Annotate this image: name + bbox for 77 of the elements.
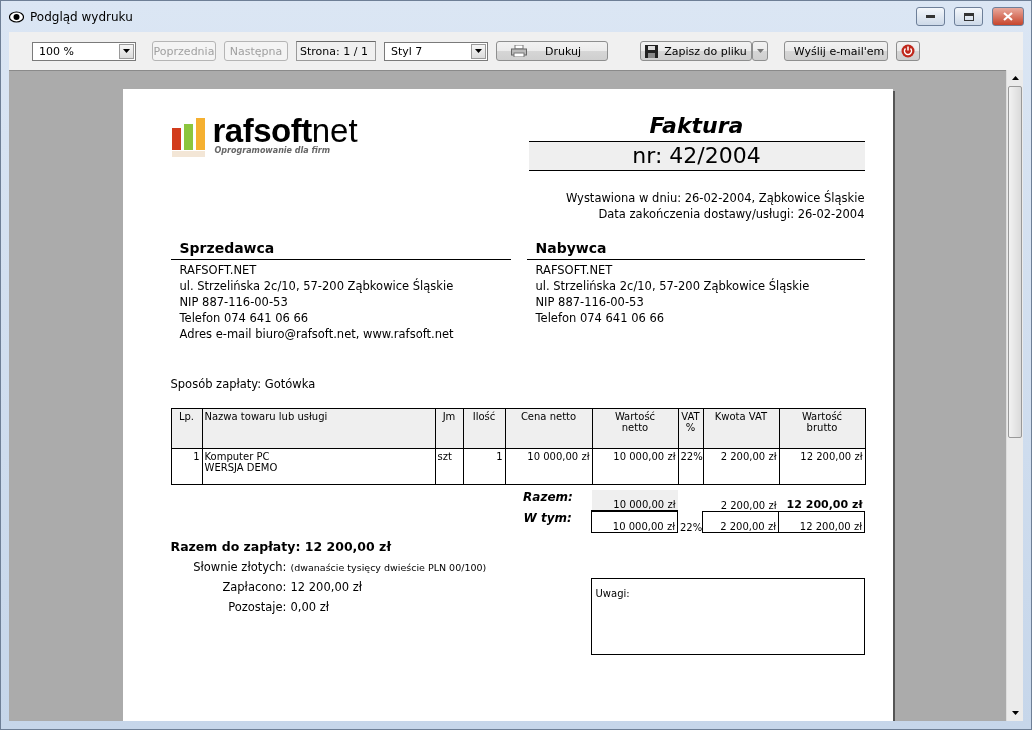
caret-icon bbox=[756, 49, 764, 53]
maximize-icon bbox=[963, 12, 974, 21]
summary-value: 12 200,00 zł bbox=[290, 580, 363, 594]
summary-value: (dwanaście tysięcy dwieście PLN 00/100) bbox=[290, 562, 487, 573]
table-cell: Komputer PC WERSJA DEMO bbox=[202, 448, 435, 485]
column-header: Wartość brutto bbox=[779, 408, 865, 449]
minimize-button[interactable] bbox=[916, 7, 945, 26]
breakdown-label: W tym: bbox=[504, 511, 592, 533]
scrollbar[interactable] bbox=[1006, 70, 1023, 721]
summary-label: Pozostaje: bbox=[227, 600, 288, 614]
eye-icon bbox=[9, 10, 24, 23]
breakdown-cell: 12 200,00 zł bbox=[778, 511, 865, 533]
breakdown-cell: 2 200,00 zł bbox=[702, 511, 779, 533]
table-cell: 1 bbox=[171, 448, 202, 485]
column-header: Kwota VAT bbox=[703, 408, 779, 449]
table-cell: 2 200,00 zł bbox=[703, 448, 779, 485]
print-button[interactable]: Drukuj bbox=[496, 41, 608, 61]
column-header: Lp. bbox=[171, 408, 202, 449]
total-cell: 10 000,00 zł bbox=[591, 490, 678, 511]
close-button[interactable] bbox=[992, 7, 1024, 26]
column-header: VAT % bbox=[678, 408, 703, 449]
column-header: Cena netto bbox=[505, 408, 592, 449]
save-options-button[interactable] bbox=[752, 41, 768, 61]
notes-label: Uwagi: bbox=[595, 588, 630, 599]
summary-value: 0,00 zł bbox=[290, 600, 331, 614]
party-detail: Telefon 074 641 06 66 bbox=[534, 310, 666, 326]
payment-method: Sposób zapłaty: Gotówka bbox=[170, 377, 317, 391]
table-cell: szt bbox=[435, 448, 463, 485]
column-header: Jm bbox=[435, 408, 463, 449]
party-heading: Sprzedawca bbox=[170, 238, 511, 260]
breakdown-cell: 10 000,00 zł bbox=[591, 511, 678, 533]
power-icon bbox=[901, 44, 915, 58]
plugin-button[interactable] bbox=[896, 41, 920, 61]
total-label: Razem: bbox=[504, 490, 592, 511]
table-cell: 1 bbox=[463, 448, 505, 485]
printer-icon bbox=[511, 45, 527, 57]
summary-label: Zapłacono: bbox=[221, 580, 288, 594]
breakdown-cell: 22% bbox=[677, 511, 703, 533]
column-header: Ilość bbox=[463, 408, 505, 449]
party-detail: ul. Strzelińska 2c/10, 57-200 Ząbkowice Śląskie bbox=[178, 278, 455, 294]
amount-due: Razem do zapłaty: 12 200,00 zł bbox=[170, 539, 393, 554]
table-cell: 10 000,00 zł bbox=[592, 448, 678, 485]
party-detail: NIP 887-116-00-53 bbox=[534, 294, 645, 310]
table-cell: 22% bbox=[678, 448, 703, 485]
issue-info: Data zakończenia dostawy/usługi: 26-02-2004 bbox=[597, 206, 865, 222]
send-email-button[interactable]: Wyślij e-mail'em bbox=[784, 41, 888, 61]
column-header: Nazwa towaru lub usługi bbox=[202, 408, 435, 449]
close-icon bbox=[1003, 12, 1013, 21]
scroll-thumb[interactable] bbox=[1008, 86, 1022, 438]
party-detail: RAFSOFT.NET bbox=[534, 262, 614, 278]
scroll-up-icon[interactable] bbox=[1011, 76, 1019, 80]
party-detail: ul. Strzelińska 2c/10, 57-200 Ząbkowice Śląskie bbox=[534, 278, 811, 294]
party-detail: RAFSOFT.NET bbox=[178, 262, 258, 278]
party-detail: Adres e-mail biuro@rafsoft.net, www.rafsoft.net bbox=[178, 326, 455, 342]
invoice-number: nr: 42/2004 bbox=[528, 142, 865, 171]
caret-icon bbox=[123, 49, 130, 53]
total-cell: 12 200,00 zł bbox=[778, 490, 865, 511]
page-indicator: Strona: 1 / 1 bbox=[296, 41, 376, 61]
table-cell: 10 000,00 zł bbox=[505, 448, 592, 485]
column-header: Wartość netto bbox=[592, 408, 678, 449]
caret-icon bbox=[475, 49, 482, 53]
party-detail: NIP 887-116-00-53 bbox=[178, 294, 289, 310]
style-dropdown[interactable]: Styl 7 bbox=[384, 41, 488, 61]
party-heading: Nabywca bbox=[526, 238, 865, 260]
tagline: Oprogramowanie dla firm bbox=[214, 146, 332, 155]
minimize-icon bbox=[926, 15, 935, 18]
total-cell: 2 200,00 zł bbox=[702, 490, 779, 511]
save-to-file-button[interactable]: Zapisz do pliku bbox=[640, 41, 752, 61]
table-cell: 12 200,00 zł bbox=[779, 448, 865, 485]
issue-info: Wystawiona w dniu: 26-02-2004, Ząbkowice Śląskie bbox=[564, 190, 865, 206]
brand-name: rafsoftnet bbox=[212, 116, 358, 146]
window-title: Podgląd wydruku bbox=[30, 9, 134, 24]
party-detail: Telefon 074 641 06 66 bbox=[178, 310, 310, 326]
summary-label: Słownie złotych: bbox=[192, 560, 288, 574]
scroll-down-icon[interactable] bbox=[1011, 711, 1019, 715]
maximize-button[interactable] bbox=[954, 7, 983, 26]
zoom-dropdown[interactable]: 100 % bbox=[32, 41, 136, 61]
